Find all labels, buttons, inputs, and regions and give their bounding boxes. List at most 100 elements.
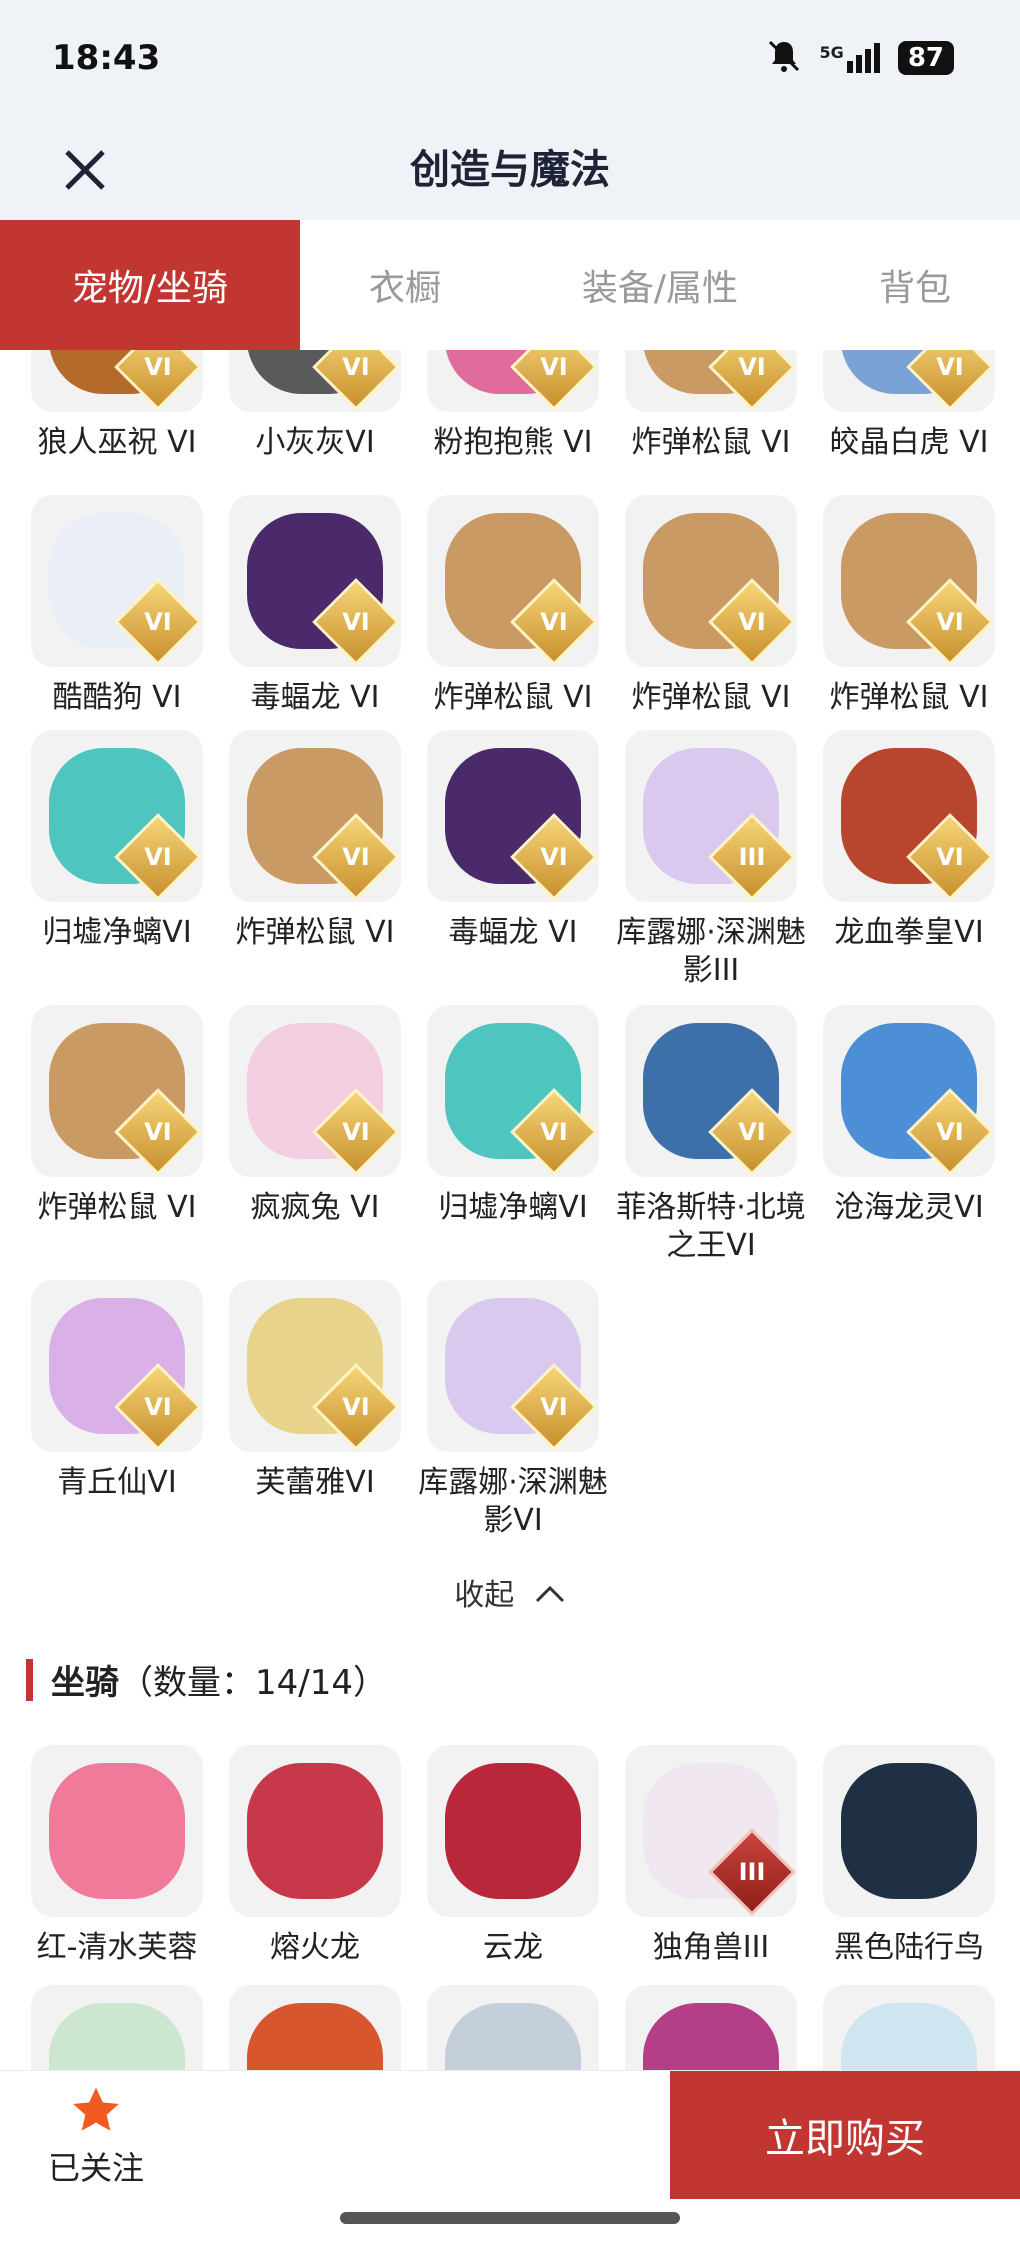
tier-badge-label: VI: [342, 843, 370, 871]
tab-wardrobe[interactable]: 衣橱: [300, 220, 510, 350]
card-name: 炸弹松鼠 VI: [631, 680, 791, 715]
character-image: [841, 1763, 977, 1899]
tier-badge-label: VI: [936, 843, 964, 871]
card-thumbnail: [823, 1985, 995, 2070]
card-name: 炸弹松鼠 VI: [433, 680, 593, 715]
character-image: [643, 2003, 779, 2070]
card-name: 云龙: [483, 1930, 543, 1965]
tier-badge-label: VI: [144, 1393, 172, 1421]
star-icon: [73, 2087, 119, 2131]
tier-badge-label: VI: [738, 353, 766, 381]
tier-badge: VI: [510, 350, 598, 411]
card-thumbnail: VI: [229, 730, 401, 902]
card-name: 菲洛斯特·北境之王VI: [616, 1190, 806, 1263]
mounts-section-title: 坐骑 （数量：14/14）: [26, 1655, 387, 1704]
card-name: 皎晶白虎 VI: [829, 425, 989, 460]
follow-label: 已关注: [47, 2149, 144, 2187]
tier-badge-label: III: [738, 843, 766, 871]
tier-badge-label: VI: [144, 843, 172, 871]
card-name: 炸弹松鼠 VI: [235, 915, 395, 950]
buy-now-button[interactable]: 立即购买: [670, 2071, 1020, 2199]
tier-badge-label: VI: [342, 608, 370, 636]
card-thumbnail: VI: [823, 1005, 995, 1177]
battery-indicator: 87: [897, 41, 954, 75]
card-name: 归墟净螭VI: [42, 915, 192, 950]
tier-badge: VI: [312, 350, 400, 411]
tab-bar: 宠物/坐骑 衣橱 装备/属性 背包: [0, 220, 1020, 350]
tier-badge-label: VI: [936, 608, 964, 636]
card-name: 疯疯兔 VI: [250, 1190, 380, 1225]
character-image: [841, 2003, 977, 2070]
home-indicator[interactable]: [340, 2212, 680, 2224]
card-thumbnail: [427, 1745, 599, 1917]
tab-pets-mounts[interactable]: 宠物/坐骑: [0, 220, 300, 350]
card-thumbnail: VI: [31, 350, 203, 412]
tier-badge: VI: [708, 350, 796, 411]
tier-badge-label: VI: [144, 608, 172, 636]
card-thumbnail: VI: [229, 1005, 401, 1177]
card-thumbnail: VI: [427, 350, 599, 412]
signal-icon: 5G: [820, 43, 880, 73]
card-thumbnail: [229, 1745, 401, 1917]
card-thumbnail: VI: [823, 730, 995, 902]
header: 创造与魔法: [0, 120, 1020, 220]
card-thumbnail: VI: [427, 495, 599, 667]
card-thumbnail: VI: [823, 495, 995, 667]
collapse-label: 收起: [454, 1578, 515, 1613]
tier-badge-label: VI: [342, 1118, 370, 1146]
card-name: 酷酷狗 VI: [52, 680, 182, 715]
card-thumbnail: [229, 1985, 401, 2070]
card-name: 红-清水芙蓉: [36, 1930, 198, 1965]
card-name: 小灰灰VI: [255, 425, 375, 460]
card-thumbnail: VI: [229, 495, 401, 667]
card-thumbnail: VI: [427, 730, 599, 902]
tier-badge-label: VI: [936, 353, 964, 381]
status-icons: 5G 87: [766, 38, 954, 78]
card-name: 龙血拳皇VI: [834, 915, 984, 950]
tier-badge-label: VI: [540, 843, 568, 871]
character-image: [445, 2003, 581, 2070]
tier-badge-label: VI: [738, 608, 766, 636]
card-name: 库露娜·深渊魅影III: [616, 915, 806, 988]
tier-badge: VI: [906, 350, 994, 411]
card-name: 粉抱抱熊 VI: [433, 425, 593, 460]
tab-backpack[interactable]: 背包: [810, 220, 1020, 350]
character-image: [49, 1763, 185, 1899]
card-thumbnail: VI: [823, 350, 995, 412]
card-name: 炸弹松鼠 VI: [37, 1190, 197, 1225]
tier-badge-label: VI: [342, 1393, 370, 1421]
card-name: 毒蝠龙 VI: [448, 915, 578, 950]
tier-badge-label: VI: [540, 353, 568, 381]
content-scroll[interactable]: VI 狼人巫祝 VI VI 小灰灰VI VI 粉抱抱熊 VI VI 炸弹松鼠 VI VI 皎晶白虎…: [0, 350, 1020, 2070]
tier-badge-label: III: [738, 1858, 766, 1886]
card-thumbnail: VI: [625, 1005, 797, 1177]
card-name: 狼人巫祝 VI: [37, 425, 197, 460]
card-name: 黑色陆行鸟: [834, 1930, 984, 1965]
page-title: 创造与魔法: [410, 147, 610, 193]
collapse-button[interactable]: 收起: [0, 1570, 1020, 1614]
tier-badge-label: VI: [936, 1118, 964, 1146]
card-thumbnail: VI: [625, 350, 797, 412]
section-accent-bar: [26, 1658, 33, 1701]
character-image: [247, 2003, 383, 2070]
card-thumbnail: [31, 1745, 203, 1917]
character-image: [247, 1763, 383, 1899]
card-thumbnail: VI: [427, 1280, 599, 1452]
card-thumbnail: VI: [31, 1280, 203, 1452]
tier-badge-label: VI: [540, 608, 568, 636]
card-name: 归墟净螭VI: [438, 1190, 588, 1225]
card-name: 炸弹松鼠 VI: [631, 425, 791, 460]
follow-button[interactable]: 已关注: [36, 2083, 156, 2189]
card-name: 沧海龙灵VI: [834, 1190, 984, 1225]
tab-equipment[interactable]: 装备/属性: [510, 220, 810, 350]
status-time: 18:43: [52, 38, 161, 78]
character-image: [49, 2003, 185, 2070]
card-thumbnail: VI: [625, 495, 797, 667]
card-name: 独角兽III: [652, 1930, 770, 1965]
card-name: 炸弹松鼠 VI: [829, 680, 989, 715]
section-count: （数量：14/14）: [119, 1663, 387, 1703]
card-name: 芙蕾雅VI: [255, 1465, 375, 1500]
card-thumbnail: VI: [31, 1005, 203, 1177]
tier-badge-label: VI: [144, 1118, 172, 1146]
card-thumbnail: [427, 1985, 599, 2070]
